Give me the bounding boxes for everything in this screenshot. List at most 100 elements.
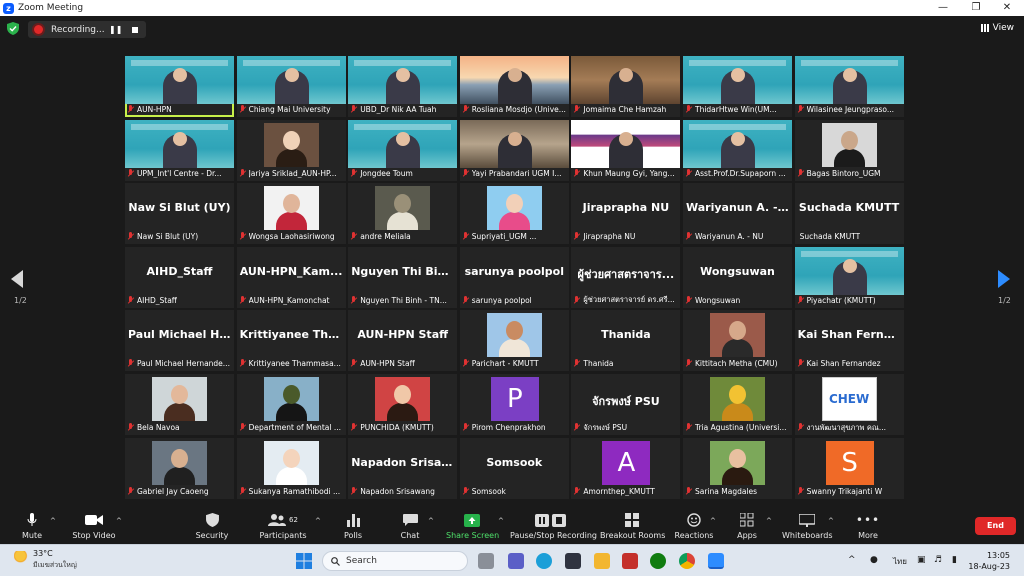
- participant-tile[interactable]: Thanida Thanida: [571, 310, 681, 372]
- participant-tile[interactable]: Bela Navoa: [125, 374, 234, 435]
- participant-tile[interactable]: Jariya Sriklad_AUN-HP...: [236, 119, 346, 181]
- participant-tile[interactable]: Supriyati_UGM ...: [459, 183, 569, 245]
- participant-tile[interactable]: PUNCHIDA (KMUTT): [348, 374, 458, 435]
- participant-tile[interactable]: Naw Si Blut (UY) Naw Si Blut (UY): [125, 183, 234, 245]
- next-page-arrow-icon[interactable]: [998, 270, 1010, 288]
- participant-tile[interactable]: Sarina Magdales: [683, 437, 792, 499]
- share-options-chevron-icon[interactable]: ^: [498, 517, 504, 525]
- participant-tile[interactable]: Wongsuwan Wongsuwan: [683, 246, 792, 308]
- participant-tile[interactable]: Wongsa Laohasiriwong: [236, 183, 346, 245]
- participant-tile[interactable]: Wilasinee Jeungpraso...: [794, 56, 904, 117]
- stop-video-button[interactable]: Stop Video: [72, 511, 116, 540]
- participant-tile[interactable]: Krittiyanee Tha... Krittiyanee Thammasa..…: [236, 310, 346, 372]
- task-view-icon[interactable]: [478, 553, 494, 569]
- weather-icon[interactable]: [14, 551, 30, 563]
- chrome-icon[interactable]: [679, 553, 695, 569]
- chat-button[interactable]: Chat: [393, 511, 427, 540]
- participant-tile[interactable]: sarunya poolpol sarunya poolpol: [459, 246, 569, 308]
- participant-tile[interactable]: A Amornthep_KMUTT: [571, 437, 681, 499]
- participant-tile[interactable]: Paul Michael He... Paul Michael Hernande.…: [125, 310, 234, 372]
- taskbar-search-box[interactable]: Search: [322, 551, 468, 571]
- reactions-button[interactable]: Reactions: [674, 511, 714, 540]
- participant-tile[interactable]: AIHD_Staff AIHD_Staff: [125, 246, 234, 308]
- close-button[interactable]: ✕: [992, 0, 1022, 16]
- participant-tile[interactable]: AUN-HPN Staff AUN-HPN Staff: [348, 310, 458, 372]
- zoom-taskbar-icon[interactable]: [708, 553, 724, 569]
- participant-tile[interactable]: Asst.Prof.Dr.Supaporn ...: [683, 119, 792, 181]
- input-language[interactable]: ไทย: [893, 555, 907, 568]
- xbox-icon[interactable]: [650, 553, 666, 569]
- file-explorer-icon[interactable]: [594, 553, 610, 569]
- polls-button[interactable]: Polls: [336, 511, 370, 540]
- participant-tile[interactable]: Department of Mental ...: [236, 374, 346, 435]
- participant-tile[interactable]: Jongdee Toum: [348, 119, 458, 181]
- participant-tile[interactable]: Piyachatr (KMUTT): [794, 246, 904, 308]
- participant-tile[interactable]: Parichart - KMUTT: [459, 310, 569, 372]
- participant-tile[interactable]: andre Meliala: [348, 183, 458, 245]
- share-screen-button[interactable]: Share Screen: [446, 511, 499, 540]
- participant-tile[interactable]: Rosliana Mosdjo (Unive...: [459, 56, 569, 117]
- apps-button[interactable]: Apps: [730, 511, 764, 540]
- participants-button[interactable]: 62 Participants: [258, 511, 308, 540]
- participant-tile[interactable]: Gabriel Jay Caoeng: [125, 437, 234, 499]
- taskbar-clock[interactable]: 13:05 18-Aug-23: [968, 550, 1010, 572]
- participant-tile[interactable]: Wariyanun A. -... Wariyanun A. - NU: [683, 183, 792, 245]
- whiteboards-chevron-icon[interactable]: ^: [828, 517, 834, 525]
- pause-recording-icon[interactable]: ❚❚: [109, 25, 122, 34]
- apps-chevron-icon[interactable]: ^: [766, 517, 772, 525]
- participant-tile[interactable]: Somsook Somsook: [459, 437, 569, 499]
- participant-tile[interactable]: Kittitach Metha (CMU): [683, 310, 792, 372]
- maximize-button[interactable]: ❐: [961, 0, 991, 16]
- end-meeting-button[interactable]: End: [975, 517, 1016, 535]
- chat-chevron-icon[interactable]: ^: [428, 517, 434, 525]
- mute-button[interactable]: Mute: [14, 511, 50, 540]
- participant-tile[interactable]: Sukanya Ramathibodi ...: [236, 437, 346, 499]
- tray-network-icon[interactable]: ▣: [917, 555, 926, 565]
- teams-chat-icon[interactable]: [508, 553, 524, 569]
- participant-tile[interactable]: P Pirom Chenprakhon: [459, 374, 569, 435]
- participant-tile[interactable]: Bagas Bintoro_UGM: [794, 119, 904, 181]
- previous-page-arrow-icon[interactable]: [11, 270, 23, 288]
- participant-tile[interactable]: ThidarHtwe Win(UM...: [683, 56, 792, 117]
- office-app-icon[interactable]: [622, 553, 638, 569]
- tray-battery-icon[interactable]: ▮: [952, 555, 957, 565]
- video-options-chevron-icon[interactable]: ^: [116, 517, 122, 525]
- edge-browser-icon[interactable]: [536, 553, 552, 569]
- participant-tile[interactable]: AUN-HPN_Kam... AUN-HPN_Kamonchat: [236, 246, 346, 308]
- participant-tile[interactable]: AUN-HPN: [125, 56, 234, 117]
- participant-tile[interactable]: Tria Agustina (Universi...: [683, 374, 792, 435]
- participant-tile[interactable]: S Swanny Trikajanti W: [794, 437, 904, 499]
- participants-chevron-icon[interactable]: ^: [315, 517, 321, 525]
- security-shield-icon[interactable]: [7, 22, 19, 35]
- participant-tile[interactable]: Chiang Mai University: [236, 56, 346, 117]
- view-button[interactable]: View: [980, 23, 1014, 33]
- participant-tile[interactable]: Yayi Prabandari UGM I...: [459, 119, 569, 181]
- participant-tile[interactable]: Jiraprapha NU Jiraprapha NU: [571, 183, 681, 245]
- participant-tile[interactable]: Napadon Srisaw... Napadon Srisawang: [348, 437, 458, 499]
- audio-options-chevron-icon[interactable]: ^: [50, 517, 56, 525]
- tray-volume-icon[interactable]: ♬: [934, 555, 942, 565]
- participant-tile[interactable]: Khun Maung Gyi, Yang...: [571, 119, 681, 181]
- breakout-rooms-button[interactable]: Breakout Rooms: [600, 511, 665, 540]
- muted-mic-icon: [797, 105, 804, 114]
- start-windows-icon[interactable]: [296, 553, 312, 569]
- minimize-button[interactable]: —: [928, 0, 958, 16]
- participant-tile[interactable]: Jomaima Che Hamzah: [571, 56, 681, 117]
- participant-tile[interactable]: Nguyen Thi Bin... Nguyen Thi Binh - TN...: [348, 246, 458, 308]
- participant-tile[interactable]: Kai Shan Fernan... Kai Shan Fernandez: [794, 310, 904, 372]
- reactions-chevron-icon[interactable]: ^: [710, 517, 716, 525]
- whiteboards-button[interactable]: Whiteboards: [782, 511, 833, 540]
- tray-overflow-chevron-icon[interactable]: ^: [848, 555, 856, 565]
- security-button[interactable]: Security: [192, 511, 232, 540]
- participant-tile[interactable]: จักรพงษ์ PSU จักรพงษ์ PSU: [571, 374, 681, 435]
- participant-tile[interactable]: Suchada KMUTT Suchada KMUTT: [794, 183, 904, 245]
- participant-tile[interactable]: UPM_Int'l Centre - Dr...: [125, 119, 234, 181]
- tray-microphone-icon[interactable]: ●: [870, 555, 878, 565]
- pause-stop-recording-button[interactable]: Pause/Stop Recording: [510, 511, 597, 540]
- media-app-icon[interactable]: [565, 553, 581, 569]
- participant-tile[interactable]: CHEW งานพัฒนาสุขภาพ คณ...: [794, 374, 904, 435]
- more-button[interactable]: ••• More: [852, 511, 884, 540]
- participant-tile[interactable]: UBD_Dr Nik AA Tuah: [348, 56, 458, 117]
- stop-recording-icon[interactable]: [132, 26, 139, 33]
- participant-tile[interactable]: ผู้ช่วยศาสตราจาร... ผู้ช่วยศาสตราจารย์ ดร…: [571, 246, 681, 308]
